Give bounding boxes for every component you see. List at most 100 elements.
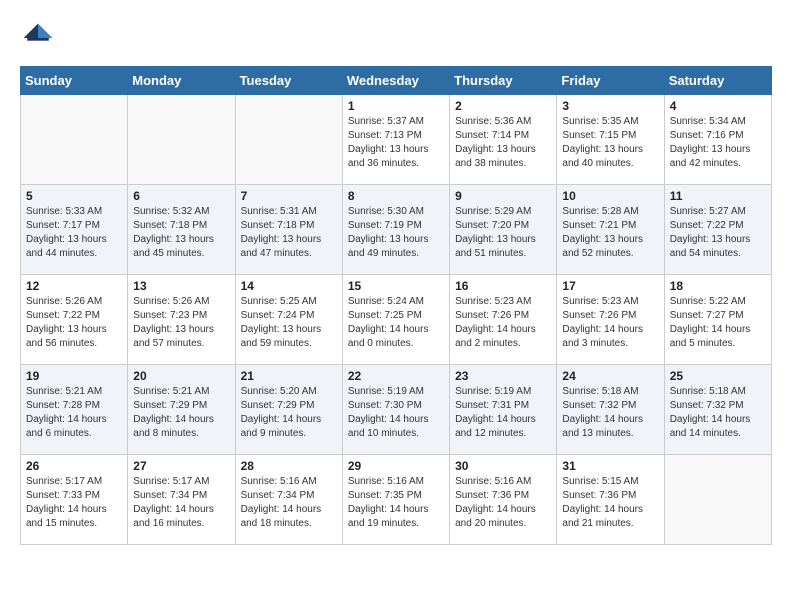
day-info: Sunrise: 5:26 AM Sunset: 7:23 PM Dayligh… [133,295,229,351]
logo-icon [20,20,56,56]
calendar-cell: 2 Sunrise: 5:36 AM Sunset: 7:14 PM Daylig… [450,95,557,185]
calendar-cell: 7Sunrise: 5:31 AM Sunset: 7:18 PM Daylig… [235,185,342,275]
calendar-table: SundayMondayTuesdayWednesdayThursdayFrid… [20,66,772,545]
calendar-cell: 8 Sunrise: 5:30 AM Sunset: 7:19 PM Daylig… [342,185,449,275]
day-number: 27 [133,459,229,473]
day-info: Sunrise: 5:15 AM Sunset: 7:36 PM Dayligh… [562,475,658,531]
day-info: Sunrise: 5:26 AM Sunset: 7:22 PM Dayligh… [26,295,122,351]
day-info: Sunrise: 5:25 AM Sunset: 7:24 PM Dayligh… [241,295,337,351]
day-number: 8 [348,189,444,203]
day-info: Sunrise: 5:37 AM Sunset: 7:13 PM Dayligh… [348,115,444,171]
day-number: 13 [133,279,229,293]
calendar-cell [664,455,771,545]
calendar-cell: 6 Sunrise: 5:32 AM Sunset: 7:18 PM Daylig… [128,185,235,275]
day-number: 18 [670,279,766,293]
day-number: 20 [133,369,229,383]
day-number: 30 [455,459,551,473]
day-info: Sunrise: 5:16 AM Sunset: 7:36 PM Dayligh… [455,475,551,531]
day-info: Sunrise: 5:17 AM Sunset: 7:33 PM Dayligh… [26,475,122,531]
day-number: 24 [562,369,658,383]
day-info: Sunrise: 5:36 AM Sunset: 7:14 PM Dayligh… [455,115,551,171]
day-number: 26 [26,459,122,473]
day-info: Sunrise: 5:35 AM Sunset: 7:15 PM Dayligh… [562,115,658,171]
calendar-cell [21,95,128,185]
calendar-cell: 9Sunrise: 5:29 AM Sunset: 7:20 PM Daylig… [450,185,557,275]
day-number: 12 [26,279,122,293]
day-info: Sunrise: 5:34 AM Sunset: 7:16 PM Dayligh… [670,115,766,171]
day-info: Sunrise: 5:32 AM Sunset: 7:18 PM Dayligh… [133,205,229,261]
day-number: 10 [562,189,658,203]
day-info: Sunrise: 5:16 AM Sunset: 7:34 PM Dayligh… [241,475,337,531]
calendar-cell: 1 Sunrise: 5:37 AM Sunset: 7:13 PM Daylig… [342,95,449,185]
calendar-cell: 24Sunrise: 5:18 AM Sunset: 7:32 PM Dayli… [557,365,664,455]
day-number: 3 [562,99,658,113]
calendar-cell: 27 Sunrise: 5:17 AM Sunset: 7:34 PM Dayli… [128,455,235,545]
day-number: 23 [455,369,551,383]
day-number: 2 [455,99,551,113]
calendar-cell: 26 Sunrise: 5:17 AM Sunset: 7:33 PM Dayli… [21,455,128,545]
calendar-cell: 23Sunrise: 5:19 AM Sunset: 7:31 PM Dayli… [450,365,557,455]
calendar-week-3: 12 Sunrise: 5:26 AM Sunset: 7:22 PM Dayli… [21,275,772,365]
day-header-tuesday: Tuesday [235,67,342,95]
calendar-cell: 18 Sunrise: 5:22 AM Sunset: 7:27 PM Dayli… [664,275,771,365]
calendar-cell: 30 Sunrise: 5:16 AM Sunset: 7:36 PM Dayli… [450,455,557,545]
calendar-cell: 22 Sunrise: 5:19 AM Sunset: 7:30 PM Dayli… [342,365,449,455]
calendar-cell: 17Sunrise: 5:23 AM Sunset: 7:26 PM Dayli… [557,275,664,365]
day-info: Sunrise: 5:17 AM Sunset: 7:34 PM Dayligh… [133,475,229,531]
day-info: Sunrise: 5:18 AM Sunset: 7:32 PM Dayligh… [670,385,766,441]
calendar-cell [128,95,235,185]
calendar-week-1: 1 Sunrise: 5:37 AM Sunset: 7:13 PM Daylig… [21,95,772,185]
day-number: 7 [241,189,337,203]
day-info: Sunrise: 5:19 AM Sunset: 7:30 PM Dayligh… [348,385,444,441]
calendar-cell: 12 Sunrise: 5:26 AM Sunset: 7:22 PM Dayli… [21,275,128,365]
calendar-cell: 21 Sunrise: 5:20 AM Sunset: 7:29 PM Dayli… [235,365,342,455]
calendar-week-5: 26 Sunrise: 5:17 AM Sunset: 7:33 PM Dayli… [21,455,772,545]
day-info: Sunrise: 5:21 AM Sunset: 7:29 PM Dayligh… [133,385,229,441]
day-number: 1 [348,99,444,113]
calendar-cell: 13 Sunrise: 5:26 AM Sunset: 7:23 PM Dayli… [128,275,235,365]
day-header-saturday: Saturday [664,67,771,95]
calendar-cell: 25Sunrise: 5:18 AM Sunset: 7:32 PM Dayli… [664,365,771,455]
logo [20,20,60,56]
day-info: Sunrise: 5:16 AM Sunset: 7:35 PM Dayligh… [348,475,444,531]
day-number: 22 [348,369,444,383]
page-header [20,20,772,56]
day-info: Sunrise: 5:33 AM Sunset: 7:17 PM Dayligh… [26,205,122,261]
calendar-cell: 4 Sunrise: 5:34 AM Sunset: 7:16 PM Daylig… [664,95,771,185]
day-header-wednesday: Wednesday [342,67,449,95]
calendar-cell: 15 Sunrise: 5:24 AM Sunset: 7:25 PM Dayli… [342,275,449,365]
calendar-cell: 16Sunrise: 5:23 AM Sunset: 7:26 PM Dayli… [450,275,557,365]
day-info: Sunrise: 5:23 AM Sunset: 7:26 PM Dayligh… [455,295,551,351]
calendar-cell: 5 Sunrise: 5:33 AM Sunset: 7:17 PM Daylig… [21,185,128,275]
day-number: 15 [348,279,444,293]
day-number: 31 [562,459,658,473]
calendar-week-2: 5 Sunrise: 5:33 AM Sunset: 7:17 PM Daylig… [21,185,772,275]
day-info: Sunrise: 5:23 AM Sunset: 7:26 PM Dayligh… [562,295,658,351]
calendar-cell: 19Sunrise: 5:21 AM Sunset: 7:28 PM Dayli… [21,365,128,455]
day-header-sunday: Sunday [21,67,128,95]
calendar-body: 1 Sunrise: 5:37 AM Sunset: 7:13 PM Daylig… [21,95,772,545]
day-header-friday: Friday [557,67,664,95]
day-number: 28 [241,459,337,473]
day-info: Sunrise: 5:24 AM Sunset: 7:25 PM Dayligh… [348,295,444,351]
day-header-thursday: Thursday [450,67,557,95]
day-info: Sunrise: 5:30 AM Sunset: 7:19 PM Dayligh… [348,205,444,261]
day-number: 21 [241,369,337,383]
calendar-cell: 3 Sunrise: 5:35 AM Sunset: 7:15 PM Daylig… [557,95,664,185]
calendar-cell: 28 Sunrise: 5:16 AM Sunset: 7:34 PM Dayli… [235,455,342,545]
day-info: Sunrise: 5:27 AM Sunset: 7:22 PM Dayligh… [670,205,766,261]
day-info: Sunrise: 5:20 AM Sunset: 7:29 PM Dayligh… [241,385,337,441]
calendar-cell: 31 Sunrise: 5:15 AM Sunset: 7:36 PM Dayli… [557,455,664,545]
day-number: 11 [670,189,766,203]
calendar-cell: 29Sunrise: 5:16 AM Sunset: 7:35 PM Dayli… [342,455,449,545]
calendar-cell: 14Sunrise: 5:25 AM Sunset: 7:24 PM Dayli… [235,275,342,365]
day-info: Sunrise: 5:28 AM Sunset: 7:21 PM Dayligh… [562,205,658,261]
day-number: 4 [670,99,766,113]
day-info: Sunrise: 5:22 AM Sunset: 7:27 PM Dayligh… [670,295,766,351]
calendar-header-row: SundayMondayTuesdayWednesdayThursdayFrid… [21,67,772,95]
day-info: Sunrise: 5:29 AM Sunset: 7:20 PM Dayligh… [455,205,551,261]
day-number: 5 [26,189,122,203]
day-number: 6 [133,189,229,203]
calendar-cell: 20 Sunrise: 5:21 AM Sunset: 7:29 PM Dayli… [128,365,235,455]
day-number: 19 [26,369,122,383]
